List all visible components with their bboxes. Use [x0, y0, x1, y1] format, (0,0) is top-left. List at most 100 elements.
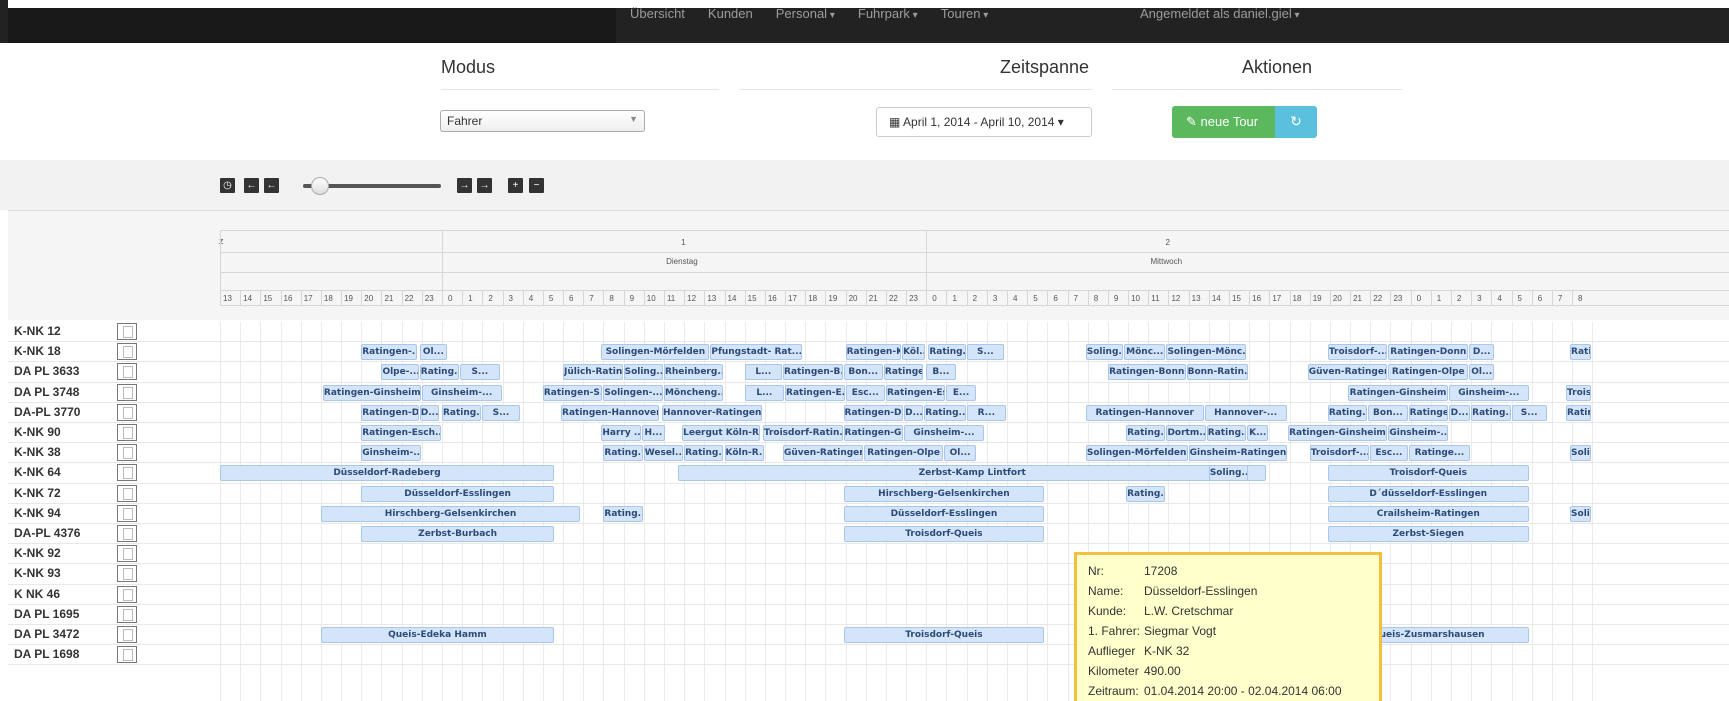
tour-bar[interactable]: Köln-R...: [724, 445, 764, 462]
document-icon[interactable]: [117, 504, 137, 522]
tour-bar[interactable]: Soling...: [1085, 344, 1124, 361]
tour-bar[interactable]: Zerbst-Siegen: [1327, 526, 1529, 542]
tour-bar[interactable]: Rating...: [1471, 404, 1511, 421]
tour-bar[interactable]: S...: [966, 344, 1004, 361]
tour-bar[interactable]: Rating...: [603, 445, 643, 462]
document-icon[interactable]: [117, 444, 137, 462]
move-right-small-icon[interactable]: →: [457, 178, 472, 193]
tour-bar[interactable]: S...: [1511, 404, 1547, 421]
tour-bar[interactable]: Harry ...: [601, 425, 641, 441]
tour-bar[interactable]: Ratingen-Esch...: [361, 425, 441, 441]
tour-bar[interactable]: Rating...: [1327, 404, 1368, 421]
tour-bar[interactable]: Ginsheim-...: [1448, 384, 1529, 401]
tour-bar[interactable]: Düsseldorf-Radeberg: [220, 465, 554, 482]
tour-bar[interactable]: Rating...: [1126, 485, 1166, 502]
tour-bar[interactable]: Güven-Ratingen: [783, 445, 863, 462]
refresh-button[interactable]: ↻: [1275, 106, 1317, 138]
tour-bar[interactable]: Ol...: [1469, 364, 1495, 381]
tour-bar[interactable]: D...: [1448, 404, 1471, 421]
tour-bar[interactable]: Ratingen-D...: [361, 404, 419, 421]
tour-bar[interactable]: Rating...: [1206, 425, 1247, 441]
clock-icon[interactable]: ◷: [220, 178, 235, 193]
tour-bar[interactable]: Ratingen-Olpe: [863, 445, 944, 462]
tour-bar[interactable]: K...: [1247, 425, 1269, 441]
document-icon[interactable]: [117, 383, 137, 401]
document-icon[interactable]: [117, 525, 137, 542]
tour-bar[interactable]: R...: [966, 404, 1007, 421]
document-icon[interactable]: [117, 626, 137, 643]
nav-item[interactable]: Personal: [776, 6, 835, 21]
document-icon[interactable]: [117, 343, 137, 361]
tour-bar[interactable]: Ol...: [419, 344, 448, 361]
tour-bar[interactable]: Ratingen-S...: [542, 384, 603, 401]
tour-bar[interactable]: Bon...: [843, 364, 883, 381]
tour-bar[interactable]: L...: [744, 364, 782, 381]
tour-bar[interactable]: Jülich-Ratingen: [563, 364, 623, 381]
tour-bar[interactable]: Ratingen-Hannover: [561, 404, 659, 421]
tour-bar[interactable]: Ratinge...: [1408, 404, 1448, 421]
tour-bar[interactable]: Rating...: [1126, 425, 1166, 441]
tour-bar[interactable]: Crailsheim-Ratingen: [1327, 505, 1529, 522]
document-icon[interactable]: [117, 565, 137, 583]
tour-bar[interactable]: Ratingen-H: [1566, 404, 1592, 421]
tour-bar[interactable]: Mönc...: [1124, 344, 1166, 361]
tour-bar[interactable]: Solingen-Mörfelden: [601, 344, 710, 361]
tour-bar[interactable]: Rheinberg...: [663, 364, 724, 381]
move-left-small-icon[interactable]: ←: [264, 178, 279, 193]
tour-bar[interactable]: Leergut Köln-R...: [682, 425, 760, 441]
document-icon[interactable]: [117, 484, 137, 502]
move-left-icon[interactable]: ←: [244, 178, 259, 193]
tour-bar[interactable]: Zerbst-Burbach: [361, 526, 554, 542]
tour-bar[interactable]: Troisdorf-...: [1327, 344, 1388, 361]
tour-bar[interactable]: Solingen-...: [603, 384, 663, 401]
tour-bar[interactable]: Rating...: [603, 505, 643, 522]
tour-bar[interactable]: S...: [482, 404, 520, 421]
tour-bar[interactable]: S...: [460, 364, 500, 381]
tour-bar[interactable]: Ginsheim-...: [421, 384, 502, 401]
document-icon[interactable]: [117, 646, 137, 664]
tour-bar[interactable]: D...: [419, 404, 439, 421]
nav-item[interactable]: Kunden: [708, 6, 753, 21]
tour-bar[interactable]: Ratingen-Esc...: [885, 384, 946, 401]
zoom-in-icon[interactable]: +: [508, 178, 523, 193]
tour-bar[interactable]: Ratingen-Ginsheim: [1287, 425, 1388, 441]
tour-bar[interactable]: Solinger: [1570, 505, 1592, 522]
tour-bar[interactable]: Solingen-Mörfelden: [1085, 445, 1188, 462]
tour-bar[interactable]: Zerbst-Kamp Lintfort: [678, 465, 1267, 482]
tour-bar[interactable]: Soling...: [623, 364, 663, 381]
tour-bar[interactable]: L...: [744, 384, 785, 401]
tour-bar[interactable]: Hirschberg-Gelsenkirchen: [320, 505, 581, 522]
tour-bar[interactable]: Bonn-Ratin...: [1186, 364, 1249, 381]
tour-bar[interactable]: E...: [946, 384, 976, 401]
tour-bar[interactable]: Soling...: [1208, 465, 1249, 482]
tour-bar[interactable]: Ginsheim-...: [904, 425, 984, 441]
document-icon[interactable]: [117, 545, 137, 563]
nav-item[interactable]: Fuhrpark: [858, 6, 918, 21]
move-right-icon[interactable]: →: [477, 178, 492, 193]
tour-bar[interactable]: H...: [641, 425, 665, 441]
tour-bar[interactable]: Rati: [1570, 344, 1592, 361]
tour-bar[interactable]: Ratinge...: [883, 364, 924, 381]
tour-bar[interactable]: Düsseldorf-Esslingen: [361, 485, 554, 502]
tour-bar[interactable]: Hirschberg-Gelsenkirchen: [843, 485, 1045, 502]
tour-bar[interactable]: Ratingen-Hannover: [1085, 404, 1204, 421]
tour-bar[interactable]: Ol...: [944, 445, 976, 462]
new-tour-button[interactable]: ✎ neue Tour: [1172, 106, 1275, 138]
nav-item[interactable]: Übersicht: [630, 6, 685, 21]
tour-bar[interactable]: Ratingen-E...: [785, 384, 845, 401]
document-icon[interactable]: [117, 464, 137, 482]
tour-bar[interactable]: Ginsheim-...: [361, 445, 421, 462]
tour-bar[interactable]: Troisdorf-Queis: [843, 526, 1045, 542]
date-range-button[interactable]: ▦ April 1, 2014 - April 10, 2014 ▾: [876, 107, 1092, 137]
tour-bar[interactable]: Troisdorf-Ratin...: [762, 425, 843, 441]
tour-bar[interactable]: Ratingen-Bonn: [1107, 364, 1186, 381]
tour-bar[interactable]: Pfungstadt- Rat...: [710, 344, 803, 361]
mode-select[interactable]: Fahrer ▼: [440, 110, 645, 132]
tour-bar[interactable]: Hannover-...: [1204, 404, 1287, 421]
document-icon[interactable]: [117, 363, 137, 381]
tour-bar[interactable]: Olpe-...: [381, 364, 419, 381]
tour-bar[interactable]: Ratingen-Olpe: [1388, 364, 1469, 381]
document-icon[interactable]: [117, 323, 137, 340]
tour-bar[interactable]: B...: [926, 364, 956, 381]
tour-bar[interactable]: Wesel...: [643, 445, 684, 462]
